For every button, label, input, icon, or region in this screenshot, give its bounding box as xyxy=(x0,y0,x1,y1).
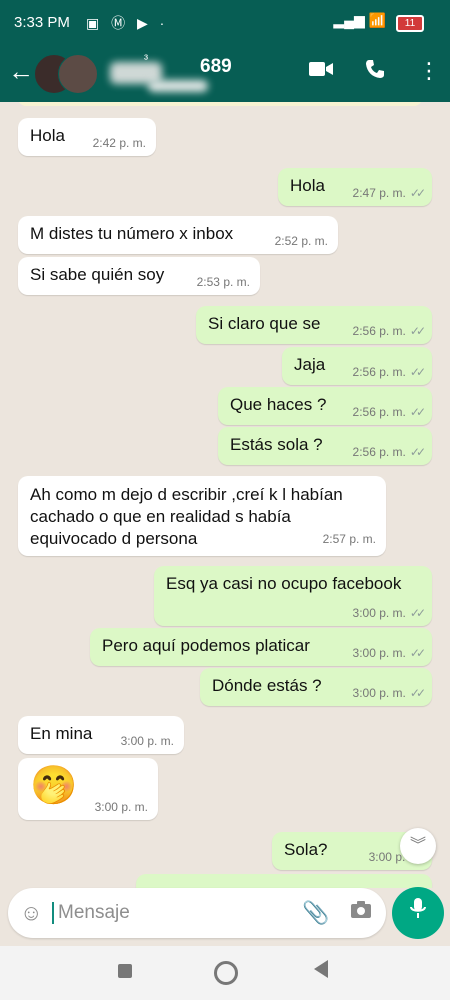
chevron-double-down-icon[interactable]: ︾ xyxy=(400,828,436,864)
message-text: Jaja xyxy=(294,355,326,374)
emoji-icon[interactable]: ☺ xyxy=(20,900,42,926)
message-time: 2:47 p. m. xyxy=(352,186,406,200)
back-nav-icon[interactable] xyxy=(314,960,328,978)
message-incoming[interactable]: Si sabe quién soy 2:53 p. m. xyxy=(18,257,260,295)
message-time: 2:56 p. m. xyxy=(352,324,406,338)
read-ticks-icon: ✓✓ xyxy=(409,365,426,379)
signal-icon: ▂▄▆ xyxy=(333,12,365,28)
chat-header: ← ³ 689 ⋮ xyxy=(0,46,450,102)
message-text: M distes tu número x inbox xyxy=(30,224,234,243)
message-time: 2:56 p. m. xyxy=(352,405,406,419)
read-ticks-icon: ✓✓ xyxy=(409,646,426,660)
more-vert-icon[interactable]: ⋮ xyxy=(418,58,440,84)
message-text: Si claro que se xyxy=(208,314,321,333)
read-ticks-icon: ✓✓ xyxy=(409,445,426,459)
message-meta: 2:56 p. m. ✓✓ xyxy=(352,445,427,459)
message-meta: 2:47 p. m. ✓✓ xyxy=(352,186,427,200)
message-meta: 3:00 p. m. ✓✓ xyxy=(352,606,427,620)
message-meta: 2:56 p. m. ✓✓ xyxy=(352,324,427,338)
message-meta: 2:56 p. m. ✓✓ xyxy=(352,405,427,419)
status-time: 3:33 PM xyxy=(14,14,70,31)
camera-icon[interactable] xyxy=(350,900,372,926)
message-incoming[interactable]: 🤭 3:00 p. m. xyxy=(18,758,158,820)
home-icon[interactable] xyxy=(214,961,238,985)
system-nav-bar xyxy=(0,946,450,1000)
chat-area[interactable]: Hola 2:42 p. m. Hola 2:47 p. m. ✓✓ M dist… xyxy=(0,102,450,888)
message-time: 3:00 p. m. xyxy=(352,686,406,700)
previous-message-edge xyxy=(18,102,422,106)
message-text: En mina xyxy=(30,724,93,743)
message-time: 3:00 p. m. xyxy=(94,800,148,814)
message-outgoing-partial[interactable] xyxy=(136,874,432,888)
message-outgoing[interactable]: Estás sola ? 2:56 p. m. ✓✓ xyxy=(218,427,432,465)
avatar-image-2 xyxy=(58,54,98,94)
message-composer[interactable]: ☺ Mensaje 📎 xyxy=(8,888,386,938)
message-time: 2:42 p. m. xyxy=(92,136,146,150)
message-incoming[interactable]: Ah como m dejo d escribir ,creí k l habí… xyxy=(18,476,386,556)
contact-name-suffix: 689 xyxy=(200,56,232,77)
message-text: Pero aquí podemos platicar xyxy=(102,636,310,655)
system-indicators: ▂▄▆ 📶 11 xyxy=(333,12,424,32)
message-text: Que haces ? xyxy=(230,395,327,414)
message-time: 2:56 p. m. xyxy=(352,365,406,379)
message-text: Esq ya casi no ocupo facebook xyxy=(166,574,402,593)
message-outgoing[interactable]: Hola 2:47 p. m. ✓✓ xyxy=(278,168,432,206)
read-ticks-icon: ✓✓ xyxy=(409,186,426,200)
message-meta: 3:00 p. m. ✓✓ xyxy=(352,646,427,660)
message-input[interactable]: Mensaje xyxy=(52,902,130,924)
contact-name-prefix: ³ xyxy=(144,52,148,66)
message-outgoing[interactable]: Pero aquí podemos platicar 3:00 p. m. ✓✓ xyxy=(90,628,432,666)
message-outgoing[interactable]: Esq ya casi no ocupo facebook 3:00 p. m.… xyxy=(154,566,432,626)
message-meta: 2:56 p. m. ✓✓ xyxy=(352,365,427,379)
redacted-name-underline xyxy=(148,80,208,92)
message-incoming[interactable]: M distes tu número x inbox 2:52 p. m. xyxy=(18,216,338,254)
phone-icon[interactable] xyxy=(364,58,386,86)
message-text: Estás sola ? xyxy=(230,435,323,454)
message-incoming[interactable]: Hola 2:42 p. m. xyxy=(18,118,156,156)
message-outgoing[interactable]: Jaja 2:56 p. m. ✓✓ xyxy=(282,347,432,385)
message-incoming[interactable]: En mina 3:00 p. m. xyxy=(18,716,184,754)
paperclip-icon[interactable]: 📎 xyxy=(302,900,329,926)
read-ticks-icon: ✓✓ xyxy=(409,324,426,338)
message-time: 2:56 p. m. xyxy=(352,445,406,459)
mic-icon[interactable] xyxy=(392,887,444,939)
wifi-icon: 📶 xyxy=(368,12,387,28)
message-text: Sola? xyxy=(284,840,328,859)
message-meta: 3:00 p. m. ✓✓ xyxy=(352,686,427,700)
message-time: 3:00 p. m. xyxy=(120,734,174,748)
message-outgoing[interactable]: Que haces ? 2:56 p. m. ✓✓ xyxy=(218,387,432,425)
message-text: Dónde estás ? xyxy=(212,676,322,695)
contact-name[interactable]: ³ 689 xyxy=(108,52,278,96)
message-outgoing[interactable]: Si claro que se 2:56 p. m. ✓✓ xyxy=(196,306,432,344)
read-ticks-icon: ✓✓ xyxy=(409,405,426,419)
message-text: Si sabe quién soy xyxy=(30,265,165,284)
message-text: Ah como m dejo d escribir ,creí k l habí… xyxy=(30,485,343,548)
message-text: Hola xyxy=(30,126,65,145)
recents-icon[interactable] xyxy=(118,964,132,978)
video-call-icon[interactable] xyxy=(308,58,334,86)
message-time: 3:00 p. m. xyxy=(352,606,406,620)
read-ticks-icon: ✓✓ xyxy=(409,606,426,620)
message-outgoing[interactable]: Dónde estás ? 3:00 p. m. ✓✓ xyxy=(200,668,432,706)
message-time: 3:00 p. m. xyxy=(352,646,406,660)
notification-icons: ▣ Ⓜ ▶ · xyxy=(86,15,169,31)
message-time: 2:53 p. m. xyxy=(196,275,250,289)
arrow-left-icon[interactable]: ← xyxy=(8,56,34,87)
battery-icon: 11 xyxy=(396,15,424,32)
read-ticks-icon: ✓✓ xyxy=(409,686,426,700)
message-time: 2:52 p. m. xyxy=(274,234,328,248)
message-time: 2:57 p. m. xyxy=(322,532,376,546)
status-bar: 3:33 PM ▣ Ⓜ ▶ · ▂▄▆ 📶 11 xyxy=(0,0,450,46)
message-text: Hola xyxy=(290,176,325,195)
avatar[interactable] xyxy=(34,54,100,94)
